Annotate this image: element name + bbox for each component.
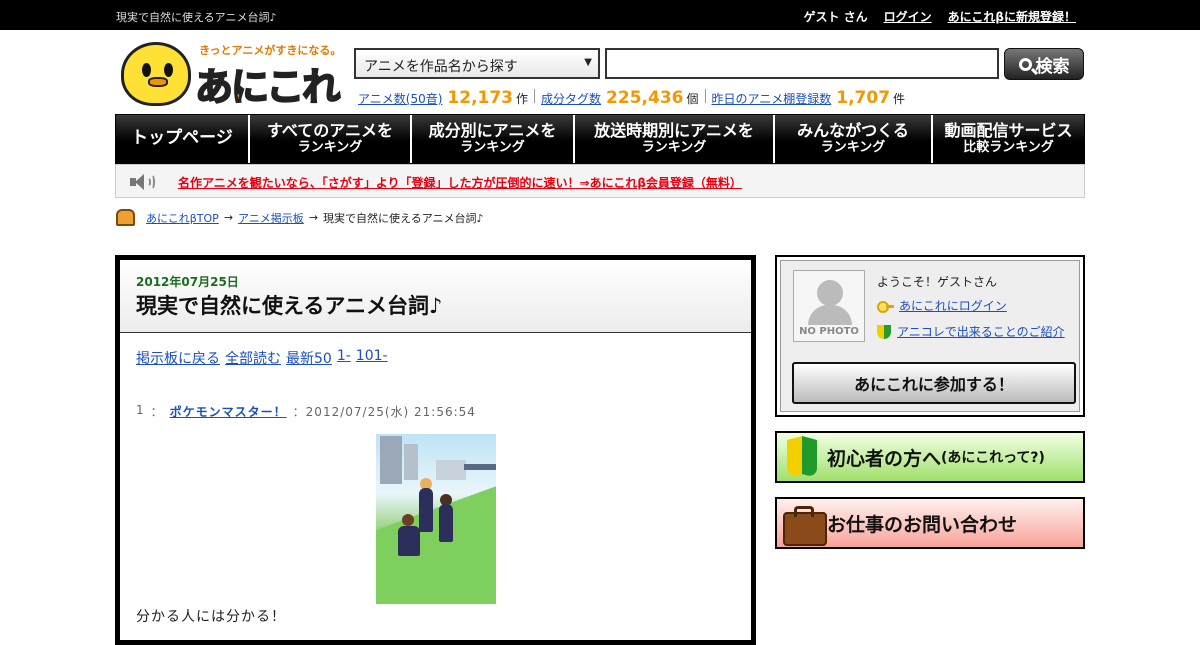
sidebar-intro-row: アニコレで出来ることのご紹介	[877, 323, 1065, 340]
read-all-link[interactable]: 全部読む	[225, 348, 281, 368]
thread-panel: 2012年07月25日 現実で自然に使えるアニメ台詞♪ 掲示板に戻る 全部読む …	[115, 255, 756, 645]
thread-title: 現実で自然に使えるアニメ台詞♪	[136, 294, 443, 318]
beginner-mark-icon	[877, 324, 891, 339]
register-link[interactable]: あにこれβに新規登録！	[948, 8, 1076, 25]
site-stats: アニメ数(50音) 12,173 作 成分タグ数 225,436 個 昨日のアニ…	[358, 88, 911, 108]
sidebar-intro-link[interactable]: アニコレで出来ることのご紹介	[897, 323, 1065, 340]
breadcrumb-separator: →	[308, 211, 319, 224]
stat-anime-count-link[interactable]: アニメ数(50音)	[358, 90, 442, 107]
post-body: 分かる人には分かる！	[136, 609, 286, 625]
stat-divider	[534, 89, 536, 103]
thread-date: 2012年07月25日	[136, 275, 239, 289]
sidebar-login-link[interactable]: あにこれにログイン	[899, 297, 1007, 314]
join-button[interactable]: あにこれに参加する！	[792, 362, 1076, 404]
speaker-icon	[130, 173, 160, 191]
magnifier-icon	[1018, 57, 1032, 71]
welcome-text: ようこそ！ゲストさん	[877, 275, 998, 289]
avatar: NO PHOTO	[793, 270, 865, 342]
page-1-link[interactable]: 1-	[337, 348, 351, 368]
breadcrumb-current: 現実で自然に使えるアニメ台詞♪	[323, 211, 484, 225]
chick-mascot-icon	[121, 42, 191, 106]
stat-anime-count: 12,173	[447, 88, 514, 108]
notice-bar: 名作アニメを観たいなら、「さがす」より「登録」した方が圧倒的に速い！⇒あにこれβ…	[115, 164, 1085, 198]
search-button[interactable]: 検索	[1004, 48, 1084, 80]
key-icon	[877, 300, 894, 313]
stat-tag-unit: 個	[686, 92, 699, 106]
nophoto-label: NO PHOTO	[799, 326, 859, 337]
search-button-label: 検索	[1035, 56, 1070, 77]
beginner-mark-icon	[781, 436, 823, 478]
search-input[interactable]	[605, 48, 999, 79]
site-tagline: 現実で自然に使えるアニメ台詞♪	[116, 11, 277, 24]
work-banner-main: お仕事のお問い合わせ	[827, 513, 1018, 536]
bread-icon	[116, 209, 135, 226]
latest-50-link[interactable]: 最新50	[286, 348, 332, 368]
nav-user-ranking[interactable]: みんながつくる ランキング	[775, 115, 933, 163]
stat-shelf-count: 1,707	[836, 88, 891, 108]
breadcrumb: あにこれβTOP → アニメ掲示板 → 現実で自然に使えるアニメ台詞♪	[116, 209, 484, 226]
nav-season-ranking[interactable]: 放送時期別にアニメを ランキング	[575, 115, 775, 163]
dropdown-arrow-icon: ▼	[584, 57, 592, 68]
back-to-board-link[interactable]: 掲示板に戻る	[136, 348, 220, 368]
search-category-value: アニメを作品名から探す	[364, 59, 518, 75]
post-author-link[interactable]: ポケモンマスター！	[170, 403, 287, 420]
breadcrumb-top-link[interactable]: あにこれβTOP	[146, 210, 219, 226]
briefcase-icon	[781, 502, 827, 546]
login-link[interactable]: ログイン	[884, 8, 932, 25]
sidebar-login-panel: NO PHOTO ようこそ！ゲストさん あにこれにログイン アニコレで出来ること…	[775, 255, 1085, 417]
stat-shelf-unit: 件	[893, 92, 906, 106]
work-inquiry-banner[interactable]: お仕事のお問い合わせ	[775, 497, 1085, 549]
post-timestamp: ：2012/07/25(水) 21:56:54	[292, 405, 476, 419]
thread-nav: 掲示板に戻る 全部読む 最新50 1- 101-	[136, 348, 388, 368]
stat-divider	[704, 89, 706, 103]
stat-shelf-count-link[interactable]: 昨日のアニメ棚登録数	[712, 90, 832, 107]
sidebar-login-row: あにこれにログイン	[877, 297, 1007, 314]
search-category-select[interactable]: アニメを作品名から探す ▼	[354, 48, 600, 79]
thread-header: 2012年07月25日 現実で自然に使えるアニメ台詞♪	[120, 260, 751, 333]
stat-tag-count-link[interactable]: 成分タグ数	[541, 90, 601, 107]
nav-top-page[interactable]: トップページ	[116, 115, 250, 163]
beginner-banner-main: 初心者の方へ	[827, 447, 942, 470]
user-nav: ゲスト さん ログイン あにこれβに新規登録！	[803, 8, 1076, 25]
top-bar: 現実で自然に使えるアニメ台詞♪ ゲスト さん ログイン あにこれβに新規登録！	[0, 0, 1200, 30]
logo-name: あにこれ	[194, 64, 341, 110]
post-number: 1	[136, 403, 145, 417]
guest-label: ゲスト さん	[803, 10, 868, 24]
stat-tag-count: 225,436	[606, 88, 684, 108]
breadcrumb-separator: →	[223, 211, 234, 224]
global-nav: トップページ すべてのアニメを ランキング 成分別にアニメを ランキング 放送時…	[115, 114, 1085, 164]
nav-tag-ranking[interactable]: 成分別にアニメを ランキング	[412, 115, 575, 163]
breadcrumb-board-link[interactable]: アニメ掲示板	[238, 210, 304, 226]
beginner-banner[interactable]: 初心者の方へ (あにこれって?)	[775, 431, 1085, 483]
page-101-link[interactable]: 101-	[356, 348, 388, 368]
notice-register-link[interactable]: 名作アニメを観たいなら、「さがす」より「登録」した方が圧倒的に速い！⇒あにこれβ…	[178, 174, 742, 191]
site-logo[interactable]: きっとアニメがすきになる。 あにこれ	[117, 38, 349, 110]
beginner-banner-sub: (あにこれって?)	[941, 450, 1045, 466]
post-header: 1 ： ポケモンマスター！ ：2012/07/25(水) 21:56:54	[136, 403, 476, 420]
stat-anime-unit: 作	[516, 92, 529, 106]
post-colon: ：	[150, 405, 164, 419]
nav-streaming-ranking[interactable]: 動画配信サービス 比較ランキング	[933, 115, 1084, 163]
nav-all-ranking[interactable]: すべてのアニメを ランキング	[250, 115, 412, 163]
post-anime-image[interactable]	[376, 434, 496, 604]
